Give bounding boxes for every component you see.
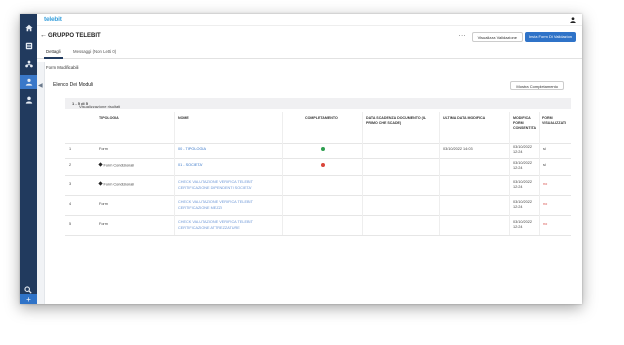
back-arrow-icon[interactable]: ← — [40, 32, 47, 39]
results-summary: Visualizzazione risultati 1 - 5 di 5 — [65, 98, 571, 109]
logo-main: tele — [44, 16, 55, 23]
row-divider — [65, 175, 571, 176]
sidebar: + — [20, 14, 37, 304]
header-modifica-form[interactable]: MODIFICA FORM CONSENTITA — [513, 116, 537, 131]
column-divider — [174, 112, 175, 235]
search-icon[interactable] — [24, 281, 32, 294]
header-ultima-data[interactable]: ULTIMA DATA MODIFICA — [443, 116, 485, 121]
row-divider — [65, 195, 571, 196]
list-title: Elenco Dei Moduli — [53, 82, 94, 88]
row-nome-link[interactable]: 01 - SOCIETA' — [178, 163, 203, 168]
row-nome-link[interactable]: 00 - TIPOLOGIA — [178, 147, 206, 152]
row-ultima-data: 03/10/2022 14:03 — [443, 147, 473, 151]
tab-bar: Dettagli Messaggi (Non Letti 0) — [37, 47, 582, 59]
tag-icon — [98, 162, 103, 167]
row-divider — [65, 215, 571, 216]
row-modifica: 03/10/2022 12:24 — [513, 161, 533, 171]
header-data-scadenza[interactable]: DATA SCADENZA DOCUMENTO (IL PRIMO CHE SC… — [366, 116, 436, 126]
row-modifica: 03/10/2022 12:24 — [513, 220, 533, 230]
page-title: GRUPPO TELEBIT — [48, 33, 101, 39]
visualizza-validazione-button[interactable]: Visualizza Validazione — [471, 32, 523, 42]
row-tipologia: Form Condizionali — [103, 182, 135, 187]
row-number: 5 — [69, 222, 72, 226]
title-bar: ← GRUPPO TELEBIT ... Visualizza Validazi… — [37, 31, 582, 44]
tab-dettagli[interactable]: Dettagli — [46, 49, 61, 54]
header-divider — [65, 143, 571, 144]
row-tipologia: Form — [99, 222, 108, 226]
column-divider — [362, 112, 363, 235]
logo-accent: bit — [54, 16, 62, 23]
column-divider — [539, 112, 540, 235]
header-tipologia[interactable]: TIPOLOGIA — [99, 116, 119, 121]
tag-icon — [98, 181, 103, 186]
column-divider — [282, 112, 283, 235]
section-label: Form Modificabili — [46, 65, 79, 70]
user-upload-icon[interactable] — [20, 75, 37, 89]
invia-form-validazione-button[interactable]: Invia Form Di Validazion — [525, 32, 576, 42]
row-tipologia: Form Condizionali — [103, 163, 135, 168]
row-nome-link-line2[interactable]: CERTIFICAZIONE MEZZI — [178, 206, 222, 211]
active-tab-indicator — [44, 57, 63, 59]
row-number: 2 — [69, 163, 72, 167]
row-divider — [65, 235, 571, 236]
row-nome-link-line2[interactable]: CERTIFICAZIONE DIPENDENTI SOCIETA' — [178, 186, 252, 191]
row-number: 4 — [69, 202, 72, 206]
collapse-arrow-icon[interactable]: ◀ — [38, 82, 43, 89]
results-prefix: Visualizzazione risultati — [79, 104, 121, 109]
top-bar: telebit — [37, 14, 582, 26]
row-visualizzati: no — [543, 182, 548, 186]
status-complete-icon — [321, 147, 325, 151]
more-options-icon[interactable]: ... — [459, 31, 466, 38]
row-nome-link[interactable]: CHECK VALUTAZIONE VERIFICA TELEBIT — [178, 220, 253, 225]
row-visualizzati: si — [543, 147, 546, 151]
row-nome-link[interactable]: CHECK VALUTAZIONE VERIFICA TELEBIT — [178, 200, 253, 205]
row-modifica: 03/10/2022 12:24 — [513, 180, 533, 190]
row-modifica: 03/10/2022 12:24 — [513, 200, 533, 210]
row-tipologia: Form — [99, 202, 108, 206]
app-window: + ◀ telebit ← GRUPPO TELEBIT ... Visuali… — [20, 14, 582, 304]
mostra-completamento-button[interactable]: Mostra Completamento — [510, 81, 564, 90]
header-completamento[interactable]: COMPLETAMENTO — [305, 116, 338, 121]
dashboard-icon[interactable] — [20, 39, 37, 53]
row-number: 3 — [69, 182, 72, 186]
plus-icon[interactable]: + — [20, 294, 37, 304]
profile-icon[interactable] — [570, 17, 576, 23]
row-nome-link-line2[interactable]: CERTIFICAZIONE ATTREZZATURE — [178, 226, 240, 231]
row-tipologia: Form — [99, 147, 108, 151]
header-nome[interactable]: NOME — [178, 116, 189, 121]
row-visualizzati: no — [543, 202, 548, 206]
tab-messaggi[interactable]: Messaggi (Non Letti 0) — [73, 49, 116, 54]
column-divider — [439, 112, 440, 235]
row-nome-link[interactable]: CHECK VALUTAZIONE VERIFICA TELEBIT — [178, 180, 253, 185]
collapsed-panel: ◀ — [37, 62, 45, 304]
header-form-visualizzati[interactable]: FORM VISUALIZZATI — [542, 116, 572, 126]
status-incomplete-icon — [321, 163, 325, 167]
row-visualizzati: no — [543, 222, 548, 226]
home-icon[interactable] — [20, 21, 37, 35]
logo: telebit — [44, 16, 62, 23]
row-divider — [65, 158, 571, 159]
user-icon[interactable] — [20, 93, 37, 107]
column-divider — [509, 112, 510, 235]
row-visualizzati: si — [543, 163, 546, 167]
network-icon[interactable] — [20, 57, 37, 71]
row-modifica: 03/10/2022 12:24 — [513, 145, 533, 155]
row-number: 1 — [69, 147, 72, 151]
